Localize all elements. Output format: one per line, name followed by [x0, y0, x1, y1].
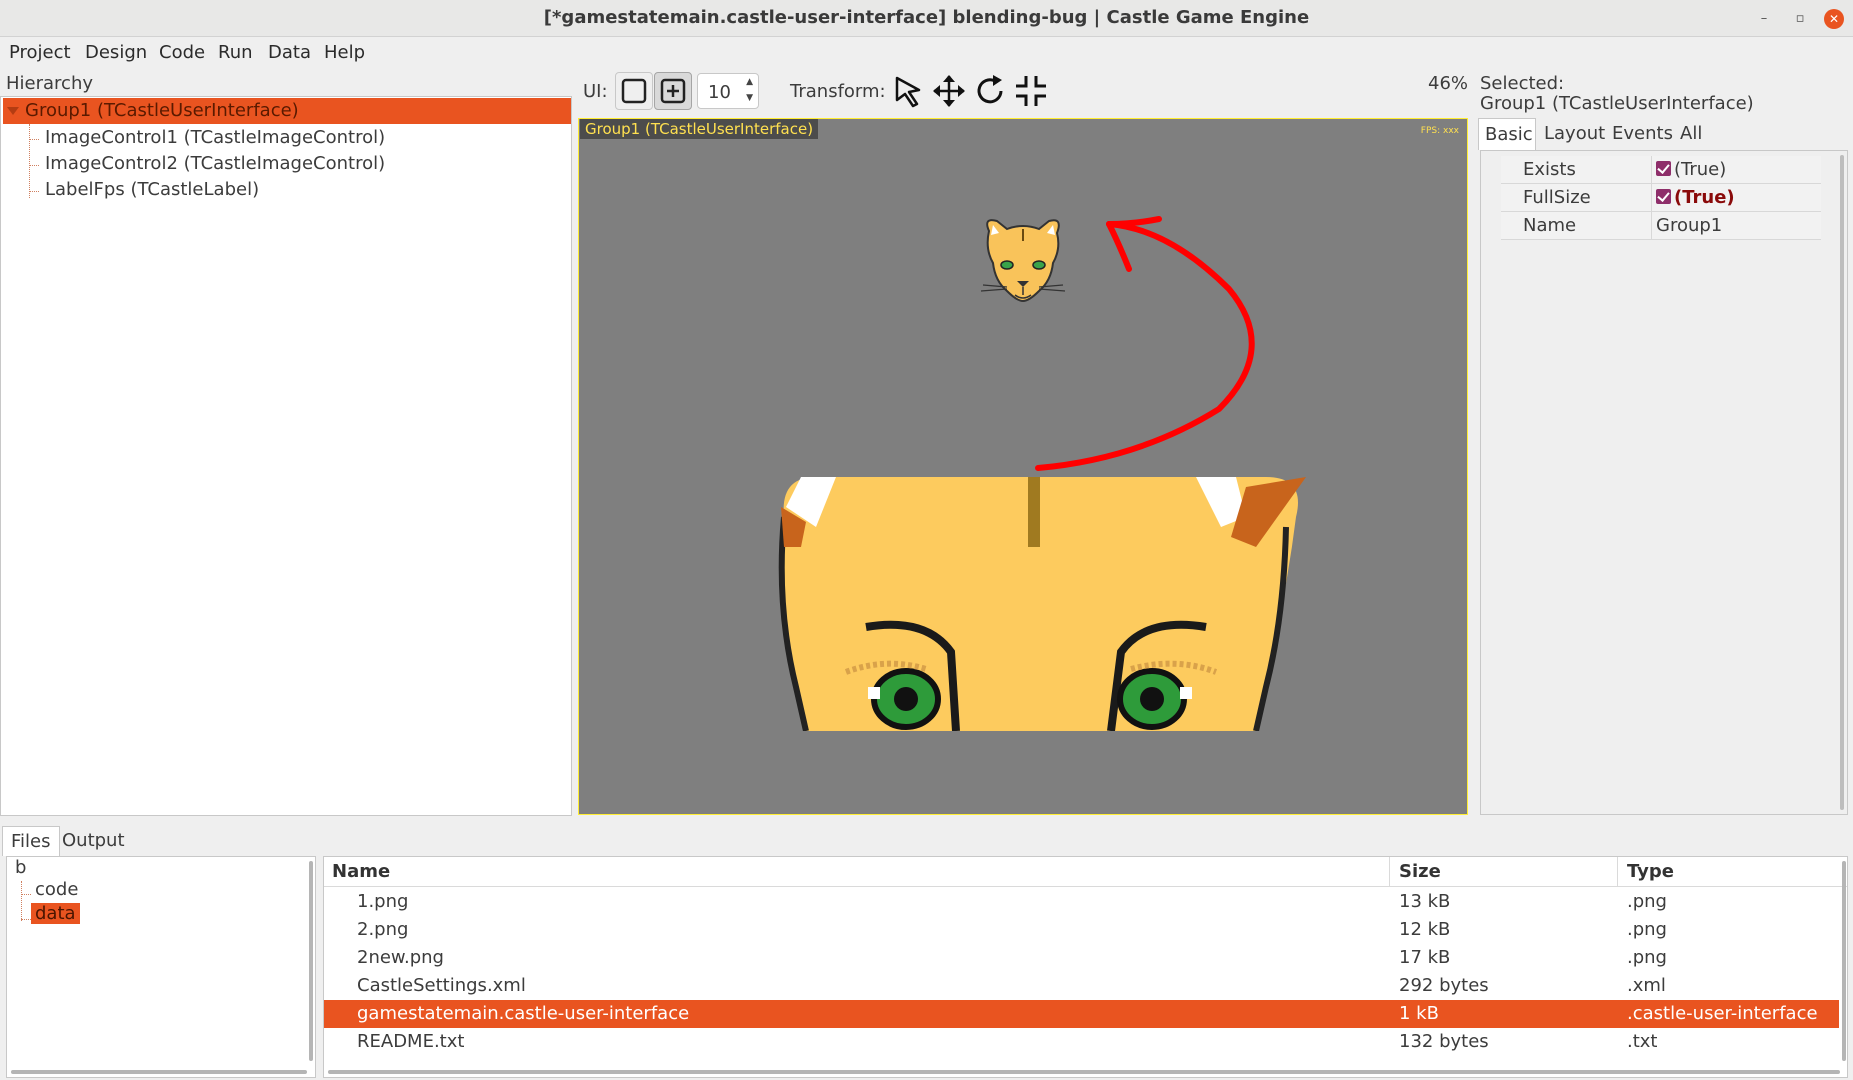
tab-events[interactable]: Events	[1606, 118, 1679, 150]
inspector-scrollbar[interactable]	[1840, 155, 1844, 810]
file-list-vscrollbar[interactable]	[1842, 861, 1846, 1061]
tree-root[interactable]: b	[15, 857, 26, 878]
close-button[interactable]: ✕	[1824, 9, 1844, 29]
file-row[interactable]: 1.png 13 kB .png	[324, 888, 1839, 916]
tree-item-group1[interactable]: Group1 (TCastleUserInterface)	[3, 98, 571, 124]
tree-connector	[29, 124, 30, 198]
menu-help[interactable]: Help	[324, 42, 365, 63]
large-lion-image[interactable]	[776, 477, 1306, 731]
files-tree-vscrollbar[interactable]	[309, 861, 313, 1061]
menu-design[interactable]: Design	[85, 42, 147, 63]
tree-connector	[29, 165, 39, 166]
plus-square-icon	[660, 78, 686, 104]
maximize-button[interactable]: ▫	[1790, 9, 1810, 29]
spin-down-icon[interactable]: ▼	[746, 93, 753, 103]
tree-connector	[29, 191, 39, 192]
tab-layout[interactable]: Layout	[1538, 118, 1611, 150]
property-value[interactable]: Group1	[1651, 212, 1722, 240]
property-row-exists[interactable]: Exists (True)	[1501, 156, 1821, 184]
file-list-hscrollbar[interactable]	[328, 1070, 1840, 1074]
transform-label: Transform:	[790, 81, 886, 102]
file-row[interactable]: 2new.png 17 kB .png	[324, 944, 1839, 972]
title-bar: [*gamestatemain.castle-user-interface] b…	[0, 0, 1853, 37]
column-divider[interactable]	[1389, 857, 1390, 887]
tree-connector	[21, 919, 31, 920]
property-row-fullsize[interactable]: FullSize (True)	[1501, 184, 1821, 212]
property-value[interactable]: (True)	[1651, 156, 1726, 184]
property-value[interactable]: (True)	[1651, 184, 1735, 212]
file-list-header: Name Size Type	[324, 857, 1847, 887]
hierarchy-label: Hierarchy	[6, 73, 94, 94]
design-canvas[interactable]: Group1 (TCastleUserInterface) FPS: xxx	[578, 118, 1468, 815]
rotate-icon	[977, 75, 1003, 104]
lion-face-closeup	[776, 477, 1306, 731]
tree-folder-data[interactable]: data	[31, 903, 80, 924]
files-tree-hscrollbar[interactable]	[11, 1070, 307, 1074]
file-row[interactable]: 2.png 12 kB .png	[324, 916, 1839, 944]
tab-all[interactable]: All	[1674, 118, 1708, 150]
file-row-selected[interactable]: gamestatemain.castle-user-interface 1 kB…	[324, 1000, 1839, 1028]
property-name: Exists	[1523, 159, 1576, 180]
snap-value: 10	[708, 82, 731, 103]
property-name: Name	[1523, 215, 1577, 236]
ui-interact-button[interactable]	[615, 72, 653, 110]
selected-label: Selected:	[1480, 73, 1565, 94]
ui-add-button[interactable]	[654, 72, 692, 110]
column-divider[interactable]	[1617, 857, 1618, 887]
property-row-name[interactable]: Name Group1	[1501, 212, 1821, 240]
column-name[interactable]: Name	[332, 861, 390, 882]
resize-icon	[1016, 76, 1046, 106]
snap-spinbox[interactable]: 10 ▲ ▼	[697, 73, 759, 109]
select-tool-button[interactable]	[889, 72, 927, 110]
selected-component: Group1 (TCastleUserInterface)	[1480, 93, 1754, 114]
column-type[interactable]: Type	[1627, 861, 1674, 882]
zoom-level: 46%	[1428, 73, 1469, 94]
tree-connector	[29, 139, 39, 140]
tab-files[interactable]: Files	[2, 826, 60, 856]
tree-connector	[21, 881, 22, 921]
ui-label: UI:	[583, 81, 608, 102]
files-tree: b code data	[6, 856, 316, 1078]
menu-project[interactable]: Project	[9, 42, 71, 63]
spin-up-icon[interactable]: ▲	[746, 77, 753, 87]
menu-bar: Project Design Code Run Data Help	[0, 37, 1853, 69]
tree-item-imagecontrol2[interactable]: ImageControl2 (TCastleImageControl)	[45, 153, 385, 174]
tab-basic[interactable]: Basic	[1478, 118, 1536, 150]
cursor-arrow-icon	[895, 76, 921, 108]
hierarchy-panel: Group1 (TCastleUserInterface) ImageContr…	[0, 96, 572, 816]
tree-item-labelfps[interactable]: LabelFps (TCastleLabel)	[45, 179, 259, 200]
menu-code[interactable]: Code	[159, 42, 205, 63]
window-title: [*gamestatemain.castle-user-interface] b…	[543, 7, 1310, 28]
rotate-tool-button[interactable]	[971, 72, 1009, 110]
move-arrows-icon	[933, 75, 965, 107]
file-row[interactable]: CastleSettings.xml 292 bytes .xml	[324, 972, 1839, 1000]
square-icon	[621, 78, 647, 104]
tree-connector	[21, 894, 31, 895]
resize-tool-button[interactable]	[1012, 72, 1050, 110]
checkbox-icon[interactable]	[1656, 189, 1671, 204]
property-name: FullSize	[1523, 187, 1591, 208]
tree-item-imagecontrol1[interactable]: ImageControl1 (TCastleImageControl)	[45, 127, 385, 148]
menu-data[interactable]: Data	[268, 42, 311, 63]
checkbox-icon[interactable]	[1656, 161, 1671, 176]
tree-item-label: Group1 (TCastleUserInterface)	[25, 100, 299, 121]
column-size[interactable]: Size	[1399, 861, 1441, 882]
file-row[interactable]: README.txt 132 bytes .txt	[324, 1028, 1839, 1056]
file-list: Name Size Type 1.png 13 kB .png 2.png 12…	[323, 856, 1848, 1078]
tree-folder-code[interactable]: code	[35, 879, 78, 900]
inspector-panel: Exists (True) FullSize (True) Name Group…	[1480, 150, 1848, 815]
expand-triangle-icon[interactable]	[7, 107, 19, 115]
tab-output[interactable]: Output	[54, 826, 133, 856]
minimize-button[interactable]: –	[1754, 9, 1774, 29]
menu-run[interactable]: Run	[218, 42, 253, 63]
move-tool-button[interactable]	[930, 72, 968, 110]
